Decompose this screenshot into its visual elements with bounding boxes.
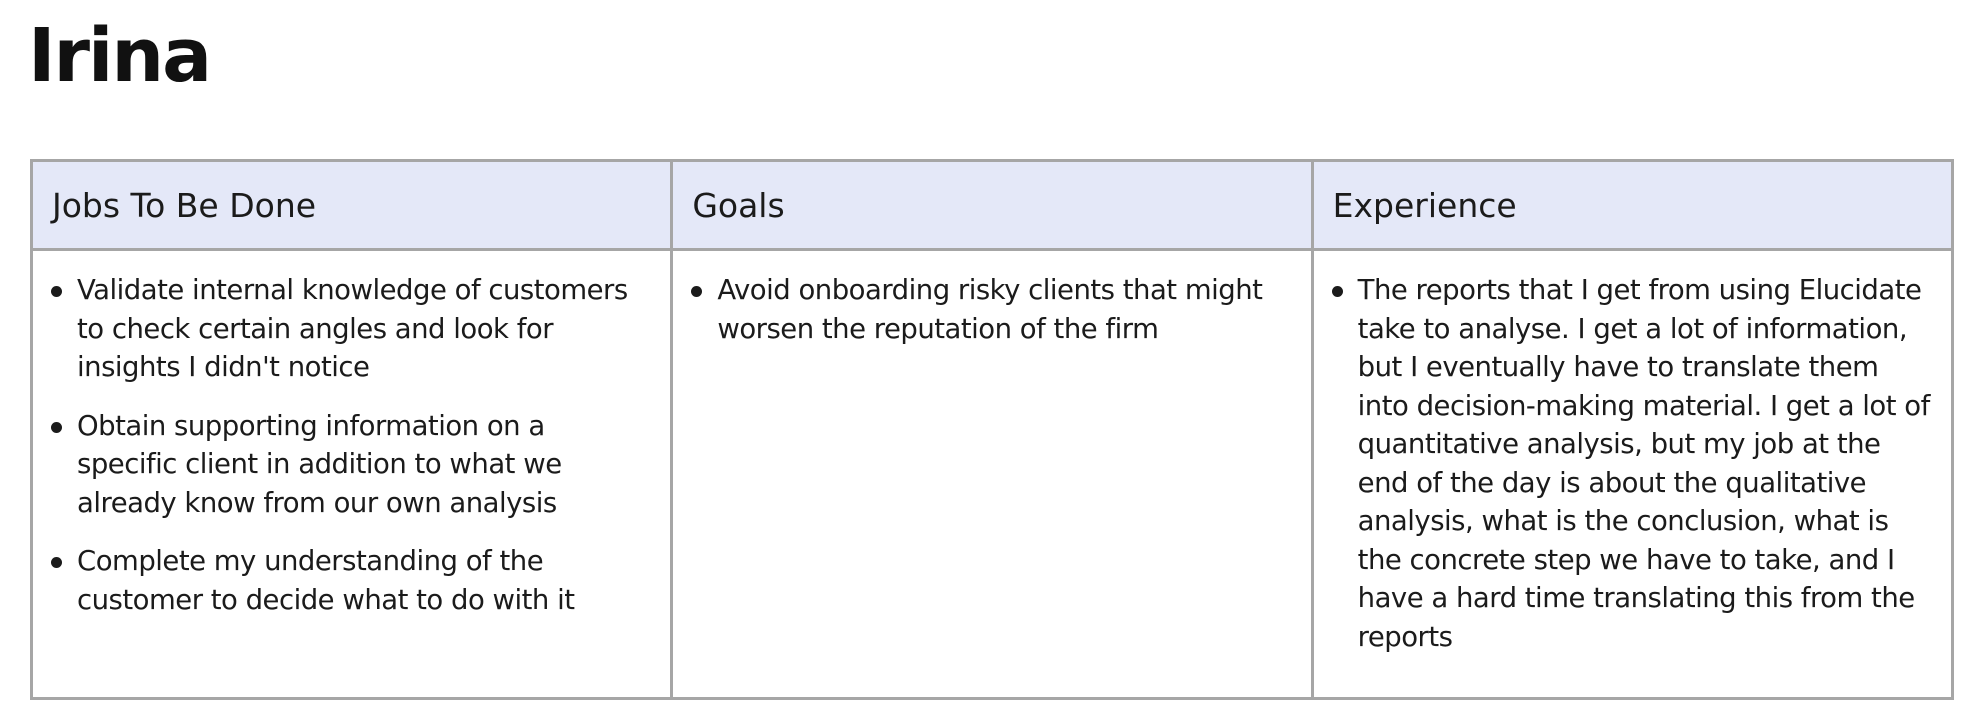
list-item-text: Complete my understanding of the custome… bbox=[77, 545, 575, 616]
bullet-icon bbox=[1331, 286, 1343, 297]
list-item-text: Obtain supporting information on a speci… bbox=[77, 409, 562, 519]
persona-name: Irina bbox=[28, 13, 212, 99]
list-item: The reports that I get from using Elucid… bbox=[1330, 271, 1931, 656]
list-item: Validate internal knowledge of customers… bbox=[49, 271, 650, 387]
experience-cell: The reports that I get from using Elucid… bbox=[1310, 248, 1955, 700]
list-item-text: Avoid onboarding risky clients that migh… bbox=[717, 274, 1263, 345]
header-goals: Goals bbox=[670, 159, 1314, 251]
list-item-text: Validate internal knowledge of customers… bbox=[77, 274, 628, 383]
header-jobs-to-be-done: Jobs To Be Done bbox=[29, 159, 674, 251]
persona-page: Irina Jobs To Be Done Goals Experience V… bbox=[0, 0, 1984, 718]
header-row: Jobs To Be Done Goals Experience bbox=[29, 159, 1955, 251]
list-item: Obtain supporting information on a speci… bbox=[49, 407, 650, 523]
bullet-icon bbox=[51, 286, 62, 297]
jobs-to-be-done-cell: Validate internal knowledge of customers… bbox=[29, 248, 674, 700]
list-item-text: The reports that I get from using Elucid… bbox=[1357, 274, 1931, 653]
goals-list: Avoid onboarding risky clients that migh… bbox=[689, 271, 1290, 348]
list-item: Avoid onboarding risky clients that migh… bbox=[689, 271, 1290, 348]
header-experience: Experience bbox=[1310, 159, 1955, 251]
goals-cell: Avoid onboarding risky clients that migh… bbox=[670, 248, 1314, 700]
experience-list: The reports that I get from using Elucid… bbox=[1330, 271, 1931, 656]
content-row: Validate internal knowledge of customers… bbox=[29, 248, 1955, 700]
bullet-icon bbox=[691, 286, 703, 297]
bullet-icon bbox=[51, 557, 62, 568]
jobs-to-be-done-list: Validate internal knowledge of customers… bbox=[49, 271, 650, 619]
persona-table: Jobs To Be Done Goals Experience Validat… bbox=[29, 159, 1955, 700]
list-item: Complete my understanding of the custome… bbox=[49, 542, 650, 619]
bullet-icon bbox=[51, 421, 62, 433]
